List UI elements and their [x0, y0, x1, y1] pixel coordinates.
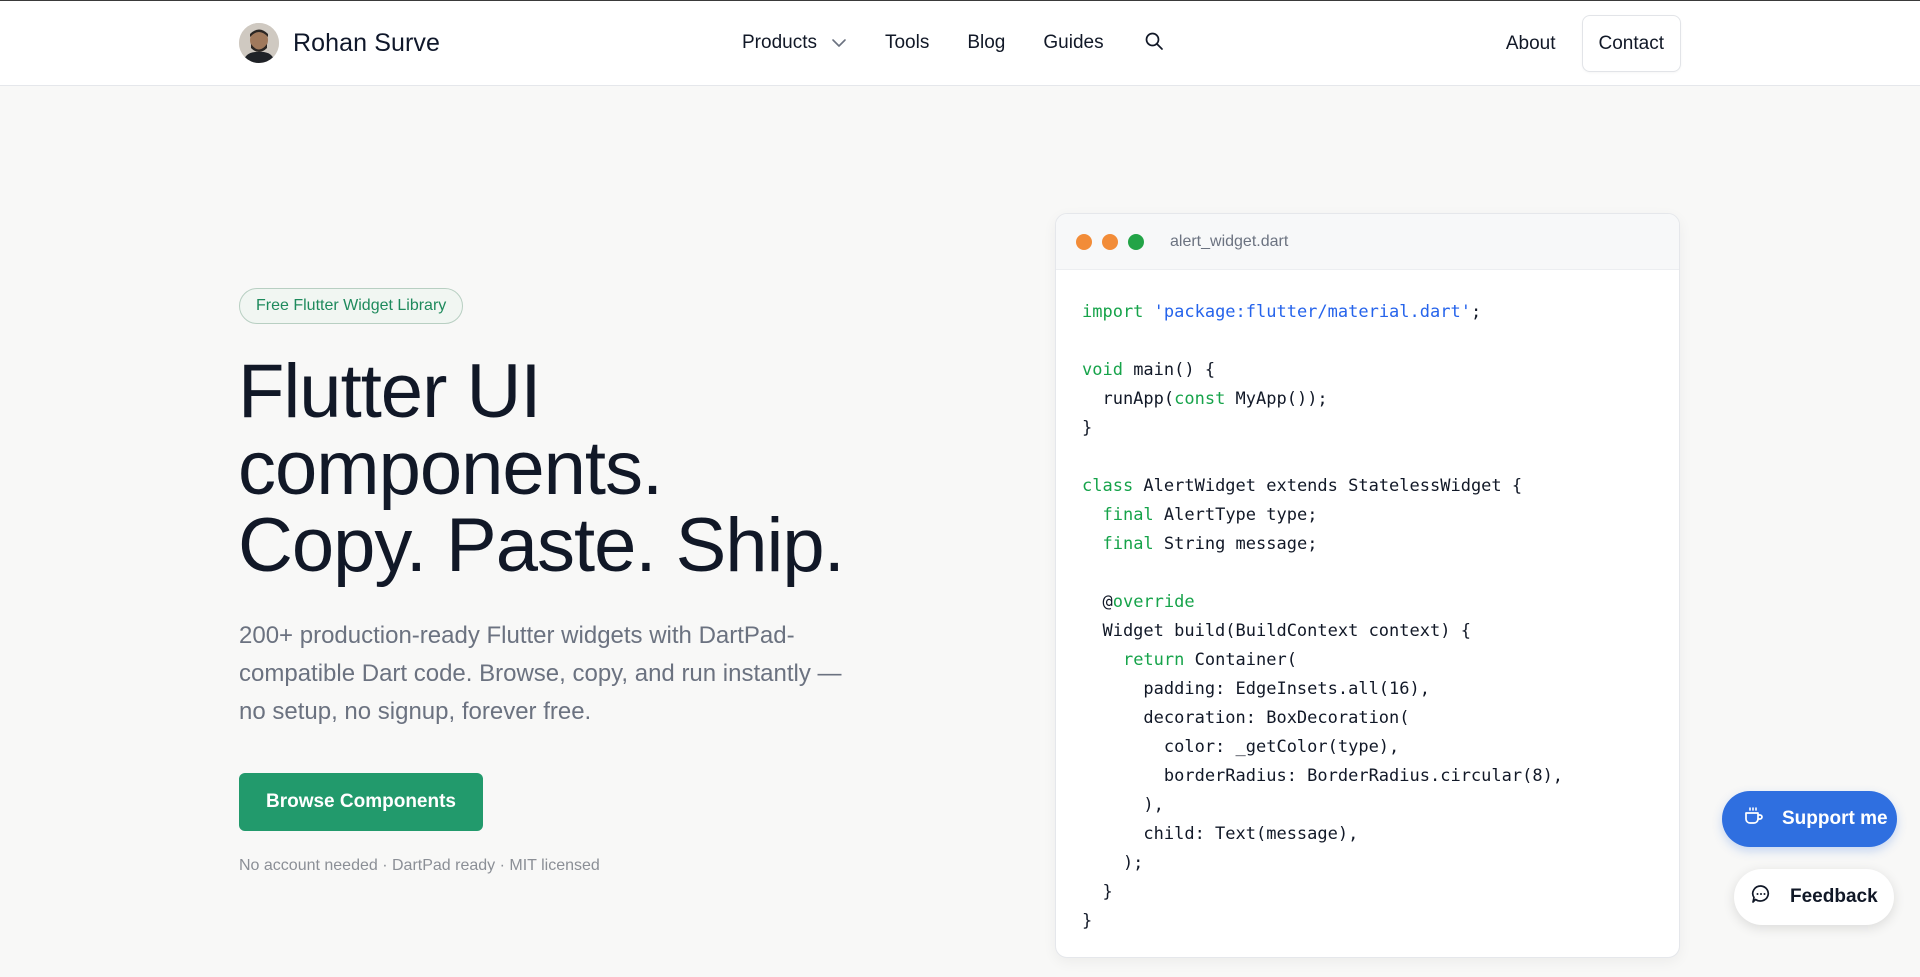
code-token: }: [1082, 418, 1093, 438]
nav-guides[interactable]: Guides: [1043, 32, 1103, 54]
code-token: child: Text(message),: [1082, 824, 1359, 844]
page: Rohan Surve Products Tools Blog Guides A…: [0, 0, 1920, 977]
nav-products-label: Products: [742, 32, 817, 53]
nav-blog[interactable]: Blog: [967, 32, 1005, 54]
nav-products[interactable]: Products: [742, 32, 847, 54]
chevron-down-icon: [831, 38, 847, 48]
code-token: return: [1122, 650, 1185, 670]
nav-tools[interactable]: Tools: [885, 32, 929, 54]
contact-button[interactable]: Contact: [1581, 15, 1681, 72]
main-nav: Products Tools Blog Guides: [742, 23, 1164, 63]
search-icon: [1144, 31, 1164, 56]
headline-line: Flutter UI: [238, 349, 542, 434]
code-token: class: [1082, 476, 1134, 496]
code-token: 'package:flutter/material.dart': [1153, 302, 1471, 322]
code-token: @: [1082, 592, 1113, 612]
code-filename: alert_widget.dart: [1170, 232, 1289, 250]
hero-badge: Free Flutter Widget Library: [239, 288, 464, 324]
code-line: }: [1082, 414, 1679, 443]
hero-subtext: 200+ production-ready Flutter widgets wi…: [239, 622, 842, 725]
nav-about[interactable]: About: [1506, 33, 1556, 55]
code-line: class AlertWidget extends StatelessWidge…: [1082, 472, 1679, 501]
code-line: final AlertType type;: [1082, 501, 1679, 530]
support-me-label: Support me: [1782, 808, 1888, 829]
code-line: import 'package:flutter/material.dart';: [1082, 298, 1679, 327]
code-token: ;: [1470, 302, 1482, 322]
code-token: import: [1082, 302, 1154, 322]
site-header: Rohan Surve Products Tools Blog Guides A…: [0, 1, 1920, 86]
code-token: }: [1082, 882, 1113, 902]
window-dot: [1128, 233, 1144, 250]
code-token: );: [1082, 853, 1144, 873]
code-token: AlertType type;: [1153, 505, 1318, 525]
window-dot: [1102, 233, 1118, 250]
headline-line: Copy. Paste. Ship.: [238, 503, 845, 588]
code-token: padding: EdgeInsets.all(16),: [1082, 679, 1430, 699]
hero-note: No account needed · DartPad ready · MIT …: [239, 857, 600, 874]
feedback-button[interactable]: Feedback: [1734, 869, 1894, 925]
code-token: void: [1082, 360, 1123, 380]
code-token: String message;: [1153, 534, 1318, 554]
code-line: }: [1082, 878, 1679, 907]
window-dot: [1076, 233, 1092, 250]
code-line: padding: EdgeInsets.all(16),: [1082, 675, 1679, 704]
code-token: ),: [1082, 795, 1164, 815]
code-token: decoration: BoxDecoration(: [1082, 708, 1410, 728]
code-line: }: [1082, 907, 1679, 936]
code-token: }: [1082, 911, 1093, 931]
header-right: About Contact: [1506, 15, 1681, 72]
support-me-button[interactable]: Support me: [1722, 791, 1897, 847]
code-token: Widget build(BuildContext context) {: [1082, 621, 1471, 641]
code-token: const: [1174, 389, 1226, 409]
code-line: final String message;: [1082, 530, 1679, 559]
code-token: AlertWidget extends StatelessWidget {: [1133, 476, 1523, 496]
code-token: runApp(: [1082, 389, 1175, 409]
code-token: MyApp());: [1225, 389, 1328, 409]
browse-components-button[interactable]: Browse Components: [239, 773, 483, 831]
code-preview-card: alert_widget.dart import 'package:flutte…: [1055, 213, 1680, 958]
brand-link[interactable]: Rohan Surve: [239, 22, 440, 64]
coffee-cup-icon: [1742, 805, 1764, 833]
code-line: Widget build(BuildContext context) {: [1082, 617, 1679, 646]
code-token: main() {: [1122, 360, 1216, 380]
avatar: [239, 23, 279, 63]
code-line: runApp(const MyApp());: [1082, 385, 1679, 414]
code-line: void main() {: [1082, 356, 1679, 385]
code-line: );: [1082, 849, 1679, 878]
code-line: borderRadius: BorderRadius.circular(8),: [1082, 762, 1679, 791]
code-line: color: _getColor(type),: [1082, 733, 1679, 762]
code-token: borderRadius: BorderRadius.circular(8),: [1082, 766, 1564, 786]
code-line: ),: [1082, 791, 1679, 820]
code-token: final: [1102, 505, 1154, 525]
chat-bubble-icon: [1750, 883, 1772, 911]
brand-name: Rohan Surve: [293, 28, 441, 57]
code-line: return Container(: [1082, 646, 1679, 675]
code-token: Container(: [1184, 650, 1297, 670]
search-button[interactable]: [1144, 31, 1164, 56]
code-token: final: [1102, 534, 1154, 554]
code-line: @override: [1082, 588, 1679, 617]
feedback-label: Feedback: [1790, 886, 1878, 907]
headline-line: components.: [238, 426, 663, 511]
code-block: import 'package:flutter/material.dart'; v…: [1056, 270, 1679, 936]
code-line: decoration: BoxDecoration(: [1082, 704, 1679, 733]
hero-headline: Flutter UI components. Copy. Paste. Ship…: [238, 353, 878, 584]
code-card-header: alert_widget.dart: [1056, 214, 1679, 270]
code-token: override: [1112, 592, 1195, 612]
code-line: child: Text(message),: [1082, 820, 1679, 849]
code-token: color: _getColor(type),: [1082, 737, 1400, 757]
